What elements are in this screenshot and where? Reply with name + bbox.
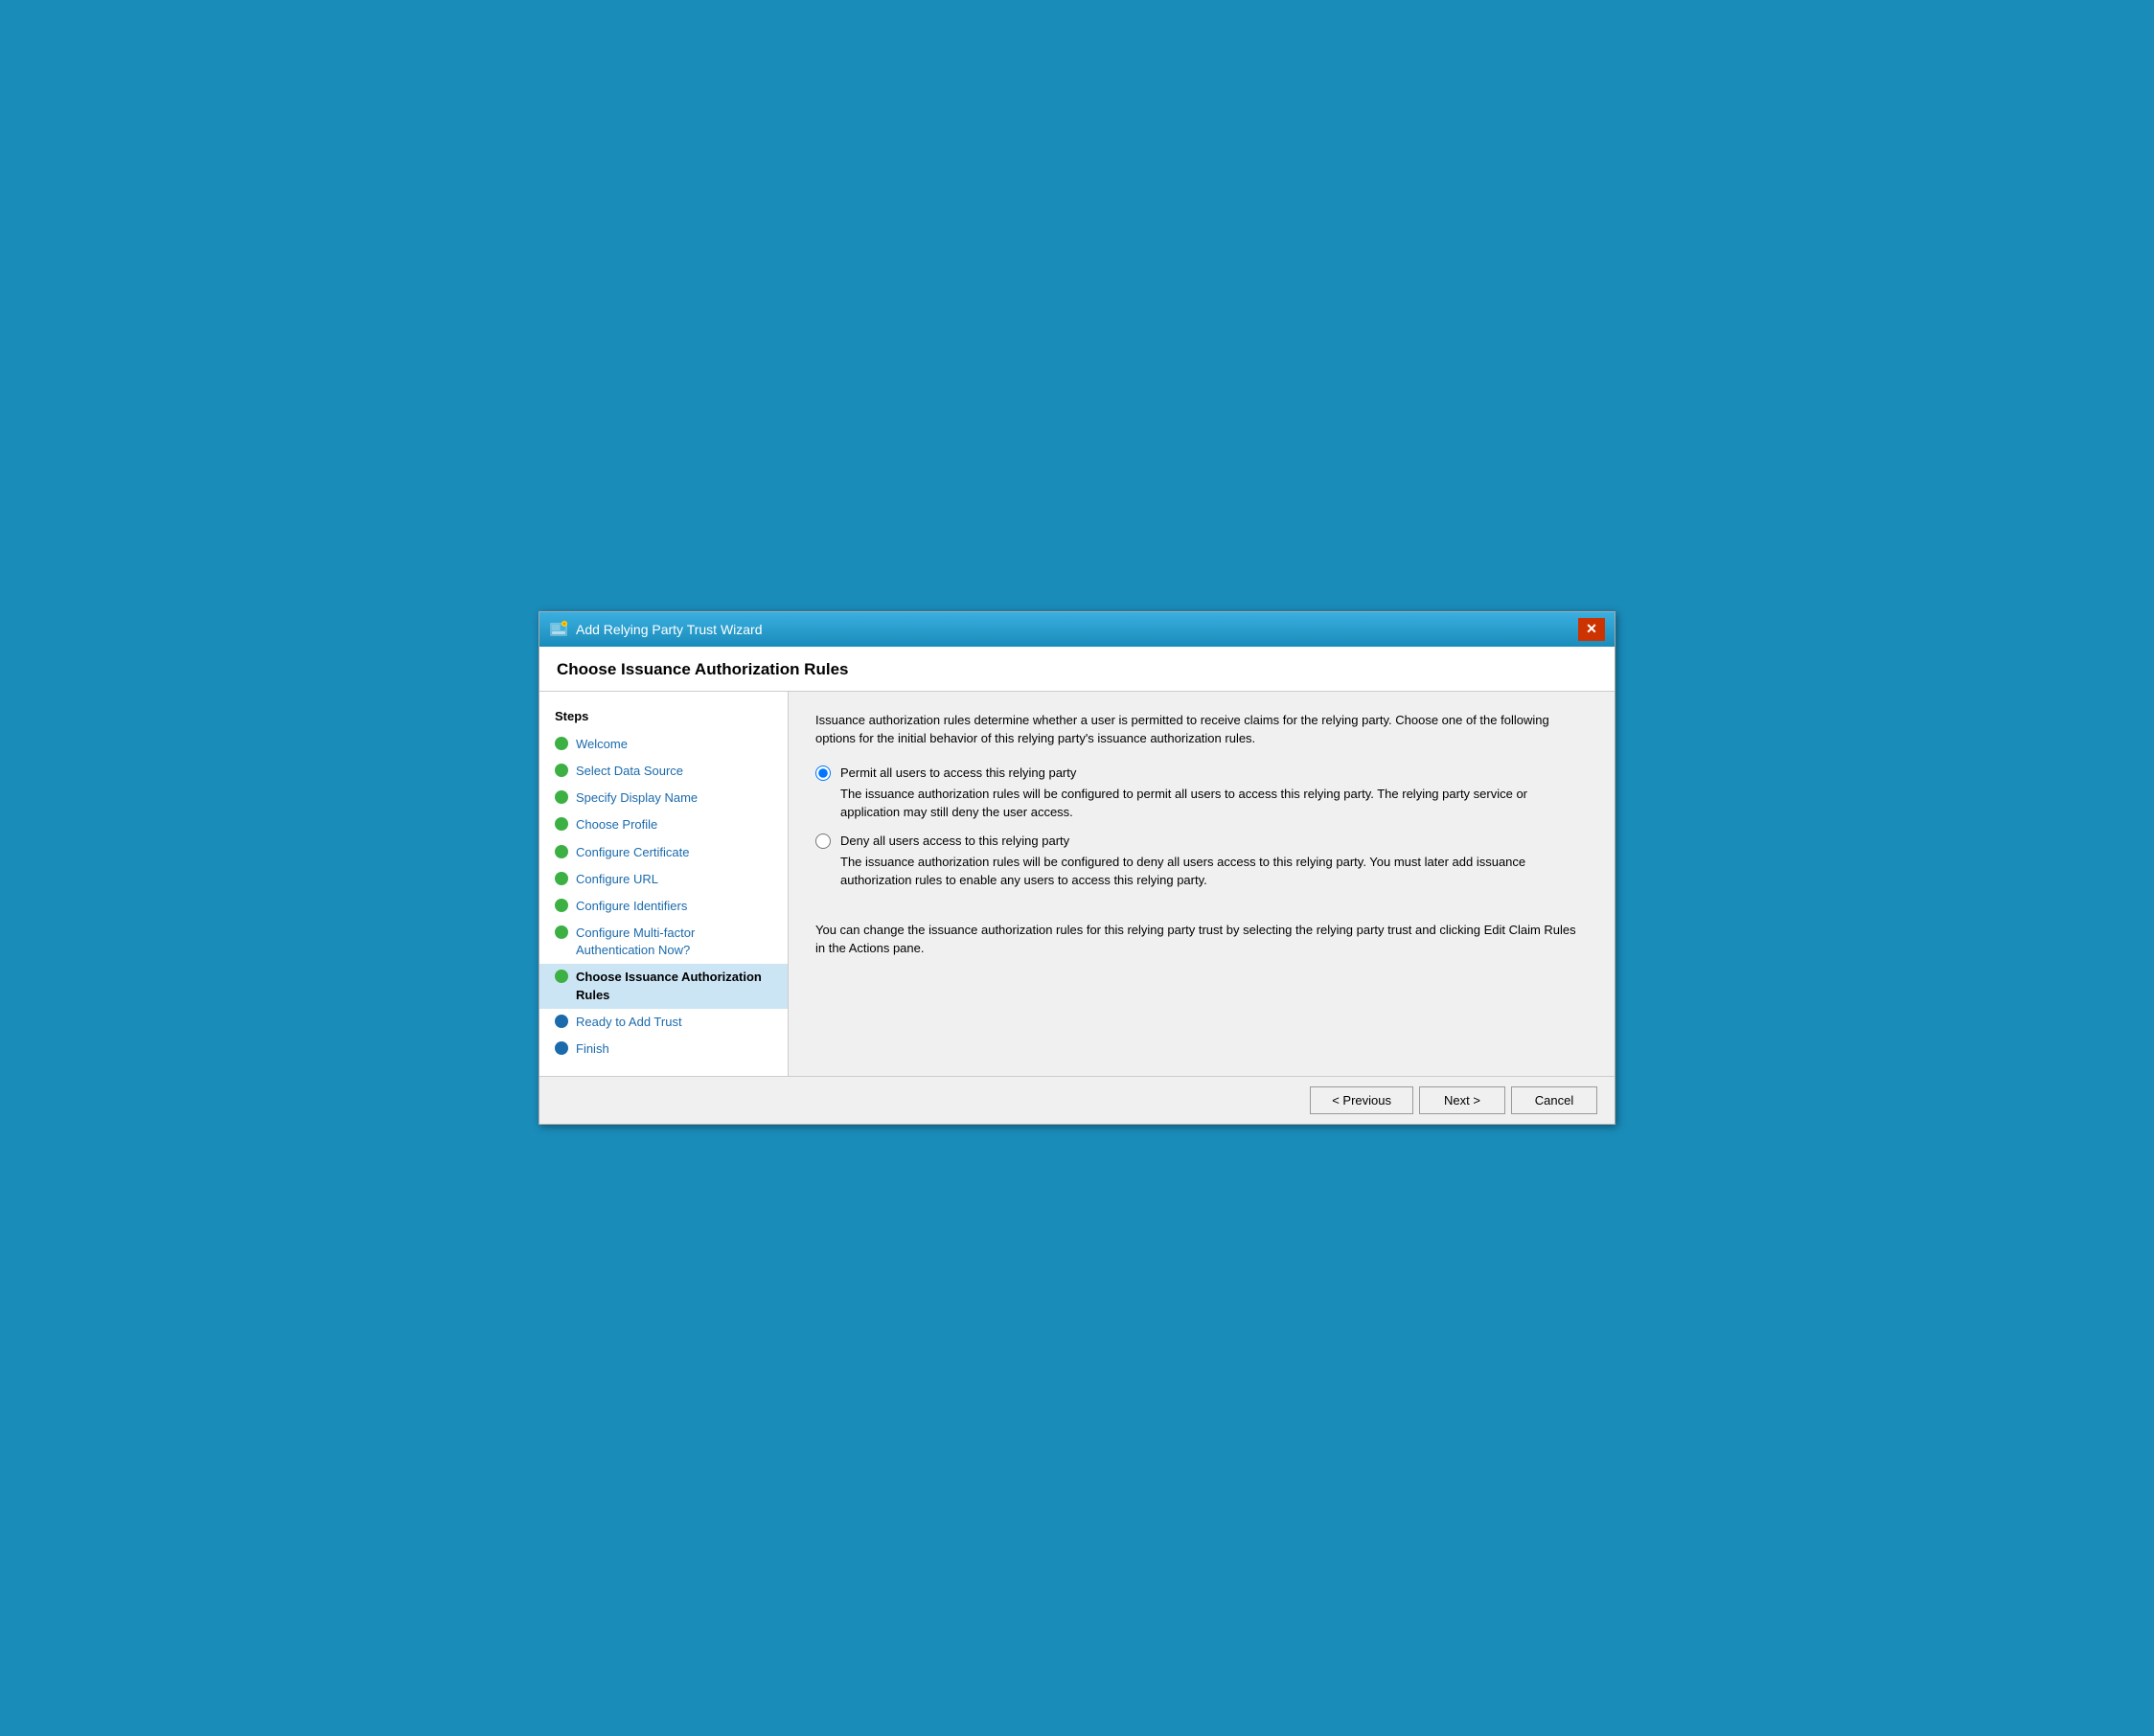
sidebar-item-choose-issuance[interactable]: Choose Issuance Authorization Rules — [539, 964, 788, 1008]
sidebar-item-configure-url[interactable]: Configure URL — [539, 866, 788, 893]
sidebar-item-label-configure-url: Configure URL — [576, 871, 658, 888]
sidebar-item-label-choose-profile: Choose Profile — [576, 816, 657, 834]
page-title: Choose Issuance Authorization Rules — [557, 660, 1597, 679]
steps-label: Steps — [539, 705, 788, 731]
radio-input-permit-all[interactable] — [815, 765, 831, 781]
radio-group: Permit all users to access this relying … — [815, 765, 1588, 902]
radio-input-deny-all[interactable] — [815, 834, 831, 849]
title-bar-title: Add Relying Party Trust Wizard — [576, 622, 763, 637]
description-text: Issuance authorization rules determine w… — [815, 711, 1588, 748]
step-dot-configure-url — [555, 872, 568, 885]
sidebar-item-label-choose-issuance: Choose Issuance Authorization Rules — [576, 969, 772, 1003]
wizard-window: Add Relying Party Trust Wizard ✕ Choose … — [538, 611, 1616, 1125]
radio-description-deny-all: The issuance authorization rules will be… — [840, 853, 1588, 890]
sidebar-item-ready-to-add-trust[interactable]: Ready to Add Trust — [539, 1009, 788, 1036]
sidebar-item-specify-display-name[interactable]: Specify Display Name — [539, 785, 788, 811]
radio-label-row-deny-all: Deny all users access to this relying pa… — [815, 834, 1588, 849]
sidebar-item-label-finish: Finish — [576, 1040, 609, 1058]
step-dot-choose-profile — [555, 817, 568, 831]
footer: < Previous Next > Cancel — [539, 1076, 1615, 1124]
page-header: Choose Issuance Authorization Rules — [539, 647, 1615, 692]
title-bar-left: Add Relying Party Trust Wizard — [549, 620, 763, 639]
sidebar-item-label-configure-identifiers: Configure Identifiers — [576, 898, 687, 915]
sidebar-item-configure-identifiers[interactable]: Configure Identifiers — [539, 893, 788, 920]
title-bar: Add Relying Party Trust Wizard ✕ — [539, 612, 1615, 647]
sidebar-item-label-configure-multifactor: Configure Multi-factor Authentication No… — [576, 925, 772, 959]
sidebar-item-label-welcome: Welcome — [576, 736, 628, 753]
sidebar-item-configure-multifactor[interactable]: Configure Multi-factor Authentication No… — [539, 920, 788, 964]
next-button[interactable]: Next > — [1419, 1086, 1505, 1114]
radio-option-permit-all: Permit all users to access this relying … — [815, 765, 1588, 822]
sidebar-steps-list: Welcome Select Data Source Specify Display… — [539, 731, 788, 1062]
step-dot-specify-display-name — [555, 790, 568, 804]
step-dot-configure-identifiers — [555, 899, 568, 912]
step-dot-choose-issuance — [555, 970, 568, 983]
radio-label-row-permit-all: Permit all users to access this relying … — [815, 765, 1588, 781]
sidebar-item-finish[interactable]: Finish — [539, 1036, 788, 1062]
sidebar-item-select-data-source[interactable]: Select Data Source — [539, 758, 788, 785]
sidebar: Steps Welcome Select Data Source Specify D… — [539, 692, 789, 1076]
radio-label-text-deny-all: Deny all users access to this relying pa… — [840, 834, 1069, 848]
main-panel: Issuance authorization rules determine w… — [789, 692, 1615, 1076]
radio-options-container: Permit all users to access this relying … — [815, 765, 1588, 902]
radio-label-text-permit-all: Permit all users to access this relying … — [840, 765, 1076, 780]
step-dot-ready-to-add-trust — [555, 1015, 568, 1028]
sidebar-item-label-specify-display-name: Specify Display Name — [576, 789, 698, 807]
content-area: Steps Welcome Select Data Source Specify D… — [539, 692, 1615, 1076]
radio-option-deny-all: Deny all users access to this relying pa… — [815, 834, 1588, 890]
step-dot-select-data-source — [555, 764, 568, 777]
step-dot-configure-certificate — [555, 845, 568, 858]
cancel-button[interactable]: Cancel — [1511, 1086, 1597, 1114]
sidebar-item-label-select-data-source: Select Data Source — [576, 763, 683, 780]
sidebar-item-configure-certificate[interactable]: Configure Certificate — [539, 839, 788, 866]
sidebar-item-label-ready-to-add-trust: Ready to Add Trust — [576, 1014, 682, 1031]
app-icon — [549, 620, 568, 639]
step-dot-finish — [555, 1041, 568, 1055]
step-dot-welcome — [555, 737, 568, 750]
previous-button[interactable]: < Previous — [1310, 1086, 1413, 1114]
sidebar-item-choose-profile[interactable]: Choose Profile — [539, 811, 788, 838]
step-dot-configure-multifactor — [555, 925, 568, 939]
close-button[interactable]: ✕ — [1578, 618, 1605, 641]
sidebar-item-welcome[interactable]: Welcome — [539, 731, 788, 758]
radio-description-permit-all: The issuance authorization rules will be… — [840, 785, 1588, 822]
sidebar-item-label-configure-certificate: Configure Certificate — [576, 844, 690, 861]
note-text: You can change the issuance authorizatio… — [815, 921, 1588, 958]
